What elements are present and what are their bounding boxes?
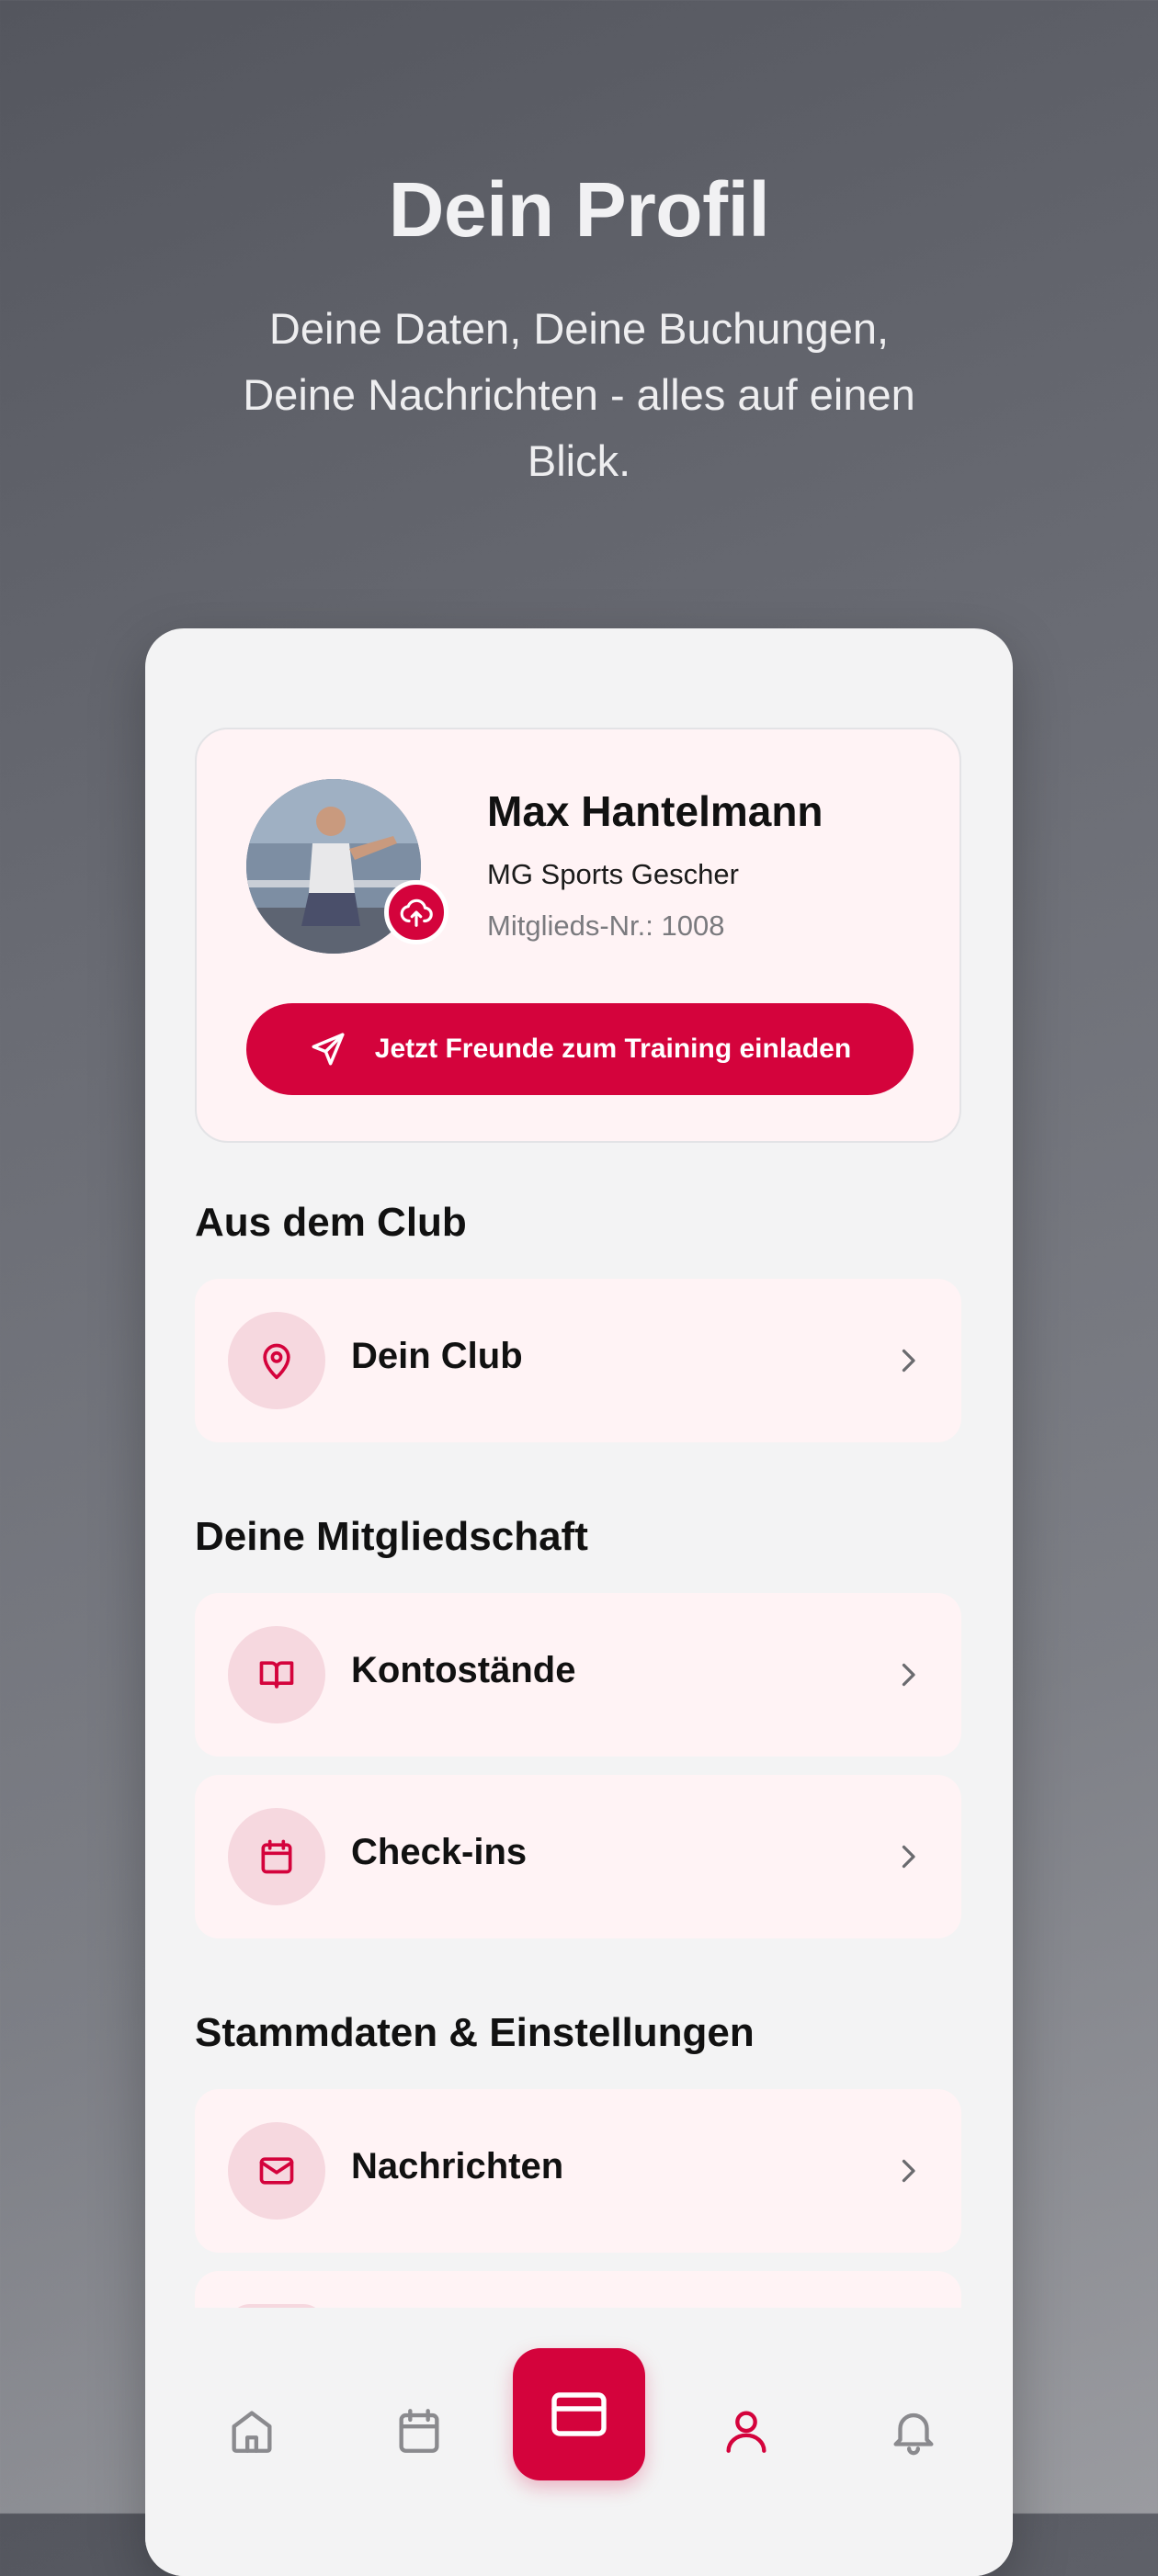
- menu-item-label: Kontostände: [351, 1650, 576, 1690]
- bell-icon: [893, 2412, 934, 2456]
- phone-screen: Max Hantelmann MG Sports Gescher Mitglie…: [145, 628, 1013, 2576]
- menu-item-label: Check-ins: [351, 1832, 528, 1872]
- chevron-right-icon: [902, 1663, 915, 1687]
- bottom-tab-bar: [145, 2308, 1013, 2576]
- profile-name: Max Hantelmann: [487, 787, 823, 835]
- tab-home[interactable]: [215, 2394, 289, 2468]
- menu-item-dein-club[interactable]: Dein Club: [195, 1279, 961, 1442]
- menu-item-label: Nachrichten: [351, 2146, 564, 2186]
- tab-notifications[interactable]: [877, 2394, 950, 2468]
- user-icon: [726, 2411, 766, 2453]
- invite-button-label: Jetzt Freunde zum Training einladen: [374, 1034, 852, 1064]
- hero-subtitle: Deine Daten, Deine Buchungen, Deine Nach…: [243, 304, 915, 485]
- calendar-icon: [399, 2409, 439, 2453]
- send-icon: [312, 1033, 345, 1066]
- tab-membership-card[interactable]: [513, 2348, 645, 2480]
- member-number: Mitglieds-Nr.: 1008: [487, 910, 725, 942]
- cloud-upload-icon: [400, 898, 433, 927]
- upload-photo-button[interactable]: [384, 880, 448, 944]
- chevron-right-icon: [902, 1845, 915, 1869]
- menu-item-kontostaende[interactable]: Kontostände: [195, 1593, 961, 1757]
- hero-title: Dein Profil: [388, 166, 770, 253]
- chevron-right-icon: [902, 1349, 915, 1373]
- tab-calendar[interactable]: [382, 2394, 456, 2468]
- invite-friends-button[interactable]: Jetzt Freunde zum Training einladen: [246, 1003, 914, 1095]
- section-title-club: Aus dem Club: [195, 1200, 467, 1245]
- chevron-right-icon: [902, 2159, 915, 2183]
- card-icon: [551, 2392, 607, 2436]
- home-icon: [232, 2411, 272, 2453]
- book-icon: [259, 1661, 294, 1689]
- menu-item-nachrichten[interactable]: Nachrichten: [195, 2089, 961, 2253]
- section-title-settings: Stammdaten & Einstellungen: [195, 2010, 755, 2055]
- menu-item-check-ins[interactable]: Check-ins: [195, 1775, 961, 1938]
- mail-icon: [259, 2157, 294, 2185]
- location-pin-icon: [263, 1343, 290, 1380]
- section-title-membership: Deine Mitgliedschaft: [195, 1514, 588, 1559]
- menu-item-label: Dein Club: [351, 1336, 523, 1376]
- tab-profile[interactable]: [710, 2394, 783, 2468]
- profile-club: MG Sports Gescher: [487, 858, 739, 890]
- profile-card: Max Hantelmann MG Sports Gescher Mitglie…: [195, 728, 961, 1143]
- calendar-icon: [261, 1839, 292, 1874]
